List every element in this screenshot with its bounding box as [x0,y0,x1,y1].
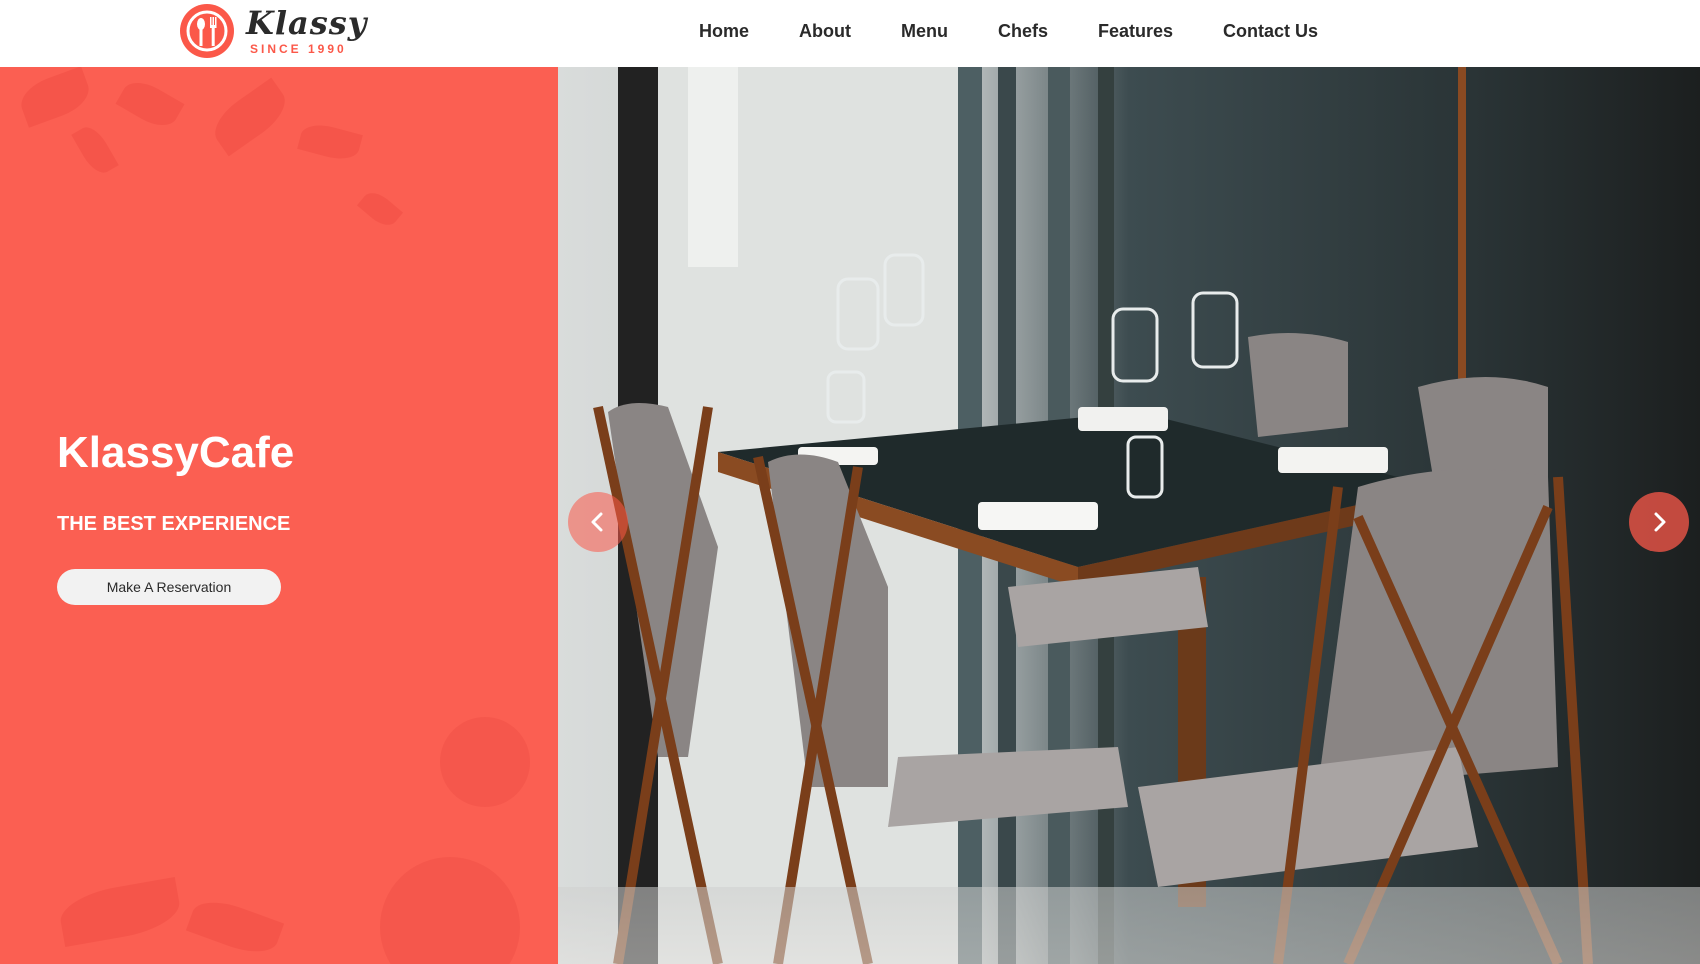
nav-item-home[interactable]: Home [699,21,749,42]
decor-leaf [356,186,404,232]
hero-panel: KlassyCafe THE BEST EXPERIENCE Make A Re… [0,67,558,964]
decor-leaf [56,876,184,948]
brand-name: Klassy [246,4,368,42]
hero-title: KlassyCafe [57,428,295,477]
hero-subtitle: THE BEST EXPERIENCE [57,513,291,535]
hero-image [558,67,1700,964]
decor-leaf [15,67,95,128]
make-reservation-button[interactable]: Make A Reservation [57,569,281,605]
site-header: Klassy SINCE 1990 Home About Menu Chefs … [0,0,1700,67]
chevron-right-icon [1654,512,1666,532]
decor-leaf [297,119,363,165]
nav-item-features[interactable]: Features [1098,21,1173,42]
carousel-prev-button[interactable] [568,492,628,552]
restaurant-interior-image [558,67,1700,964]
nav-item-menu[interactable]: Menu [901,21,948,42]
decor-fruit [440,717,530,807]
decor-leaf [185,892,285,962]
nav-item-about[interactable]: About [799,21,851,42]
brand-tagline: SINCE 1990 [250,42,347,56]
utensils-logo-icon [180,4,234,58]
decor-leaf [71,121,119,179]
decor-leaf [205,77,295,157]
decor-leaf [115,74,185,134]
nav-item-chefs[interactable]: Chefs [998,21,1048,42]
brand-logo[interactable]: Klassy SINCE 1990 [178,2,366,60]
carousel-next-button[interactable] [1629,492,1689,552]
decor-fruit [380,857,520,964]
chevron-left-icon [591,512,603,532]
nav-item-contact[interactable]: Contact Us [1223,21,1318,42]
